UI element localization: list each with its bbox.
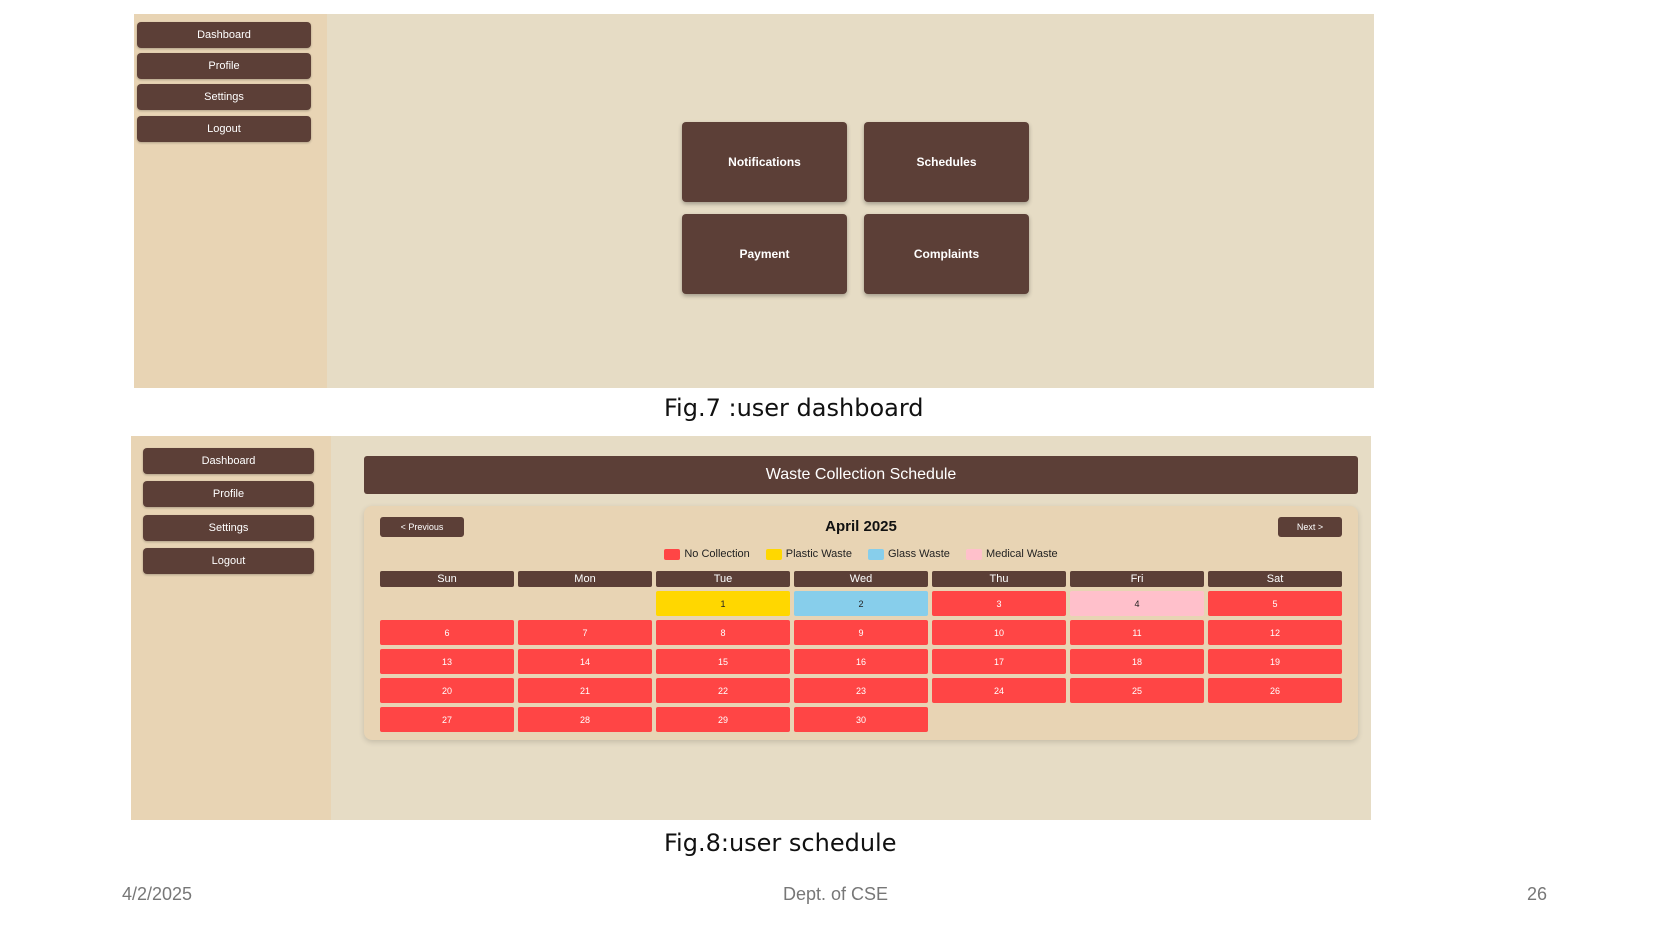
slide-date: 4/2/2025 [122,884,193,904]
calendar-day[interactable]: 7 [518,620,652,645]
month-title: April 2025 [825,518,897,535]
calendar-day[interactable]: 18 [1070,649,1204,674]
calendar-day[interactable]: 2 [794,591,928,616]
slide-department: Dept. of CSE [783,884,889,904]
calendar-day[interactable]: 11 [1070,620,1204,645]
sidebar-item-settings[interactable]: Settings [137,84,311,110]
weekday-header: Fri [1070,571,1204,587]
calendar-day[interactable]: 6 [380,620,514,645]
legend-item: Medical Waste [965,548,1058,560]
calendar-day[interactable]: 8 [656,620,790,645]
calendar-day[interactable]: 28 [518,707,652,732]
weekday-header: Sat [1208,571,1342,587]
next-month-button[interactable]: Next > [1278,517,1342,537]
calendar-card: < Previous April 2025 Next > No Collecti… [364,506,1358,740]
calendar-day[interactable]: 25 [1070,678,1204,703]
weekday-header: Thu [932,571,1066,587]
fig8-caption: Fig.8:user schedule [664,829,897,857]
calendar-empty-cell [380,591,514,616]
calendar-day[interactable]: 30 [794,707,928,732]
calendar-day[interactable]: 10 [932,620,1066,645]
calendar-day[interactable]: 9 [794,620,928,645]
calendar-day[interactable]: 16 [794,649,928,674]
sidebar-item-logout[interactable]: Logout [143,548,314,574]
weekday-header: Sun [380,571,514,587]
legend-item: Glass Waste [867,548,950,560]
calendar-day[interactable]: 24 [932,678,1066,703]
calendar-legend: No Collection Plastic Waste Glass Waste Med… [364,548,1358,560]
legend-swatch [867,548,884,560]
legend-item: No Collection [664,548,750,560]
payment-tile[interactable]: Payment [682,214,847,294]
calendar-day[interactable]: 27 [380,707,514,732]
sidebar-item-settings[interactable]: Settings [143,515,314,541]
sidebar: Dashboard Profile Settings Logout [131,436,331,820]
calendar-day[interactable]: 19 [1208,649,1342,674]
calendar-day[interactable]: 1 [656,591,790,616]
calendar-day[interactable]: 13 [380,649,514,674]
weekday-header: Wed [794,571,928,587]
calendar-day[interactable]: 12 [1208,620,1342,645]
legend-label: Glass Waste [887,548,950,560]
calendar-day[interactable]: 5 [1208,591,1342,616]
legend-label: Plastic Waste [785,548,852,560]
calendar-day[interactable]: 29 [656,707,790,732]
calendar-day[interactable]: 22 [656,678,790,703]
legend-item: Plastic Waste [765,548,852,560]
legend-label: Medical Waste [985,548,1058,560]
calendar-day[interactable]: 26 [1208,678,1342,703]
calendar-day[interactable]: 15 [656,649,790,674]
complaints-tile[interactable]: Complaints [864,214,1029,294]
fig7-caption: Fig.7 :user dashboard [664,394,924,422]
weekday-header: Tue [656,571,790,587]
legend-swatch [965,548,982,560]
schedule-screenshot: Dashboard Profile Settings Logout Waste … [131,436,1371,820]
notifications-tile[interactable]: Notifications [682,122,847,202]
sidebar-item-dashboard[interactable]: Dashboard [143,448,314,474]
dashboard-screenshot: Dashboard Profile Settings Logout Notifi… [134,14,1374,388]
calendar-day[interactable]: 20 [380,678,514,703]
legend-swatch [765,548,782,560]
sidebar: Dashboard Profile Settings Logout [134,14,327,388]
calendar-day[interactable]: 21 [518,678,652,703]
calendar-day[interactable]: 3 [932,591,1066,616]
weekday-header: Mon [518,571,652,587]
slide-page-number: 26 [1527,884,1548,904]
calendar-day[interactable]: 4 [1070,591,1204,616]
sidebar-item-profile[interactable]: Profile [143,481,314,507]
legend-label: No Collection [684,548,750,560]
sidebar-item-profile[interactable]: Profile [137,53,311,79]
calendar-day[interactable]: 17 [932,649,1066,674]
schedules-tile[interactable]: Schedules [864,122,1029,202]
calendar-days-grid: 1 2 3 4 5 6 7 8 9 10 11 12 13 14 15 16 17 18 19 20 21 22 23 24 2… [380,591,1342,732]
weekday-header-row: Sun Mon Tue Wed Thu Fri Sat [380,571,1342,587]
schedule-header: Waste Collection Schedule [364,456,1358,494]
calendar-day[interactable]: 14 [518,649,652,674]
calendar-day[interactable]: 23 [794,678,928,703]
sidebar-item-logout[interactable]: Logout [137,116,311,142]
legend-swatch [664,548,681,560]
sidebar-item-dashboard[interactable]: Dashboard [137,22,311,48]
calendar-empty-cell [518,591,652,616]
